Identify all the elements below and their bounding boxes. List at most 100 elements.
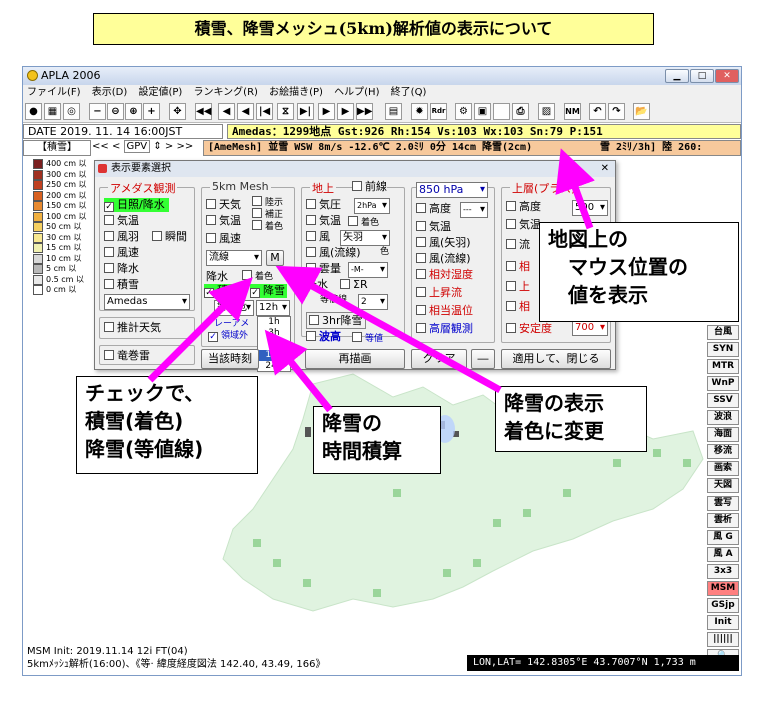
stability-select[interactable]: 700 (572, 320, 608, 336)
check-upper-height[interactable]: 高度 (416, 202, 451, 215)
check-windspeed[interactable]: 風速 (104, 246, 139, 259)
spin-icon[interactable]: ⇕ (153, 141, 161, 152)
hours-option-3h[interactable]: 3h (258, 328, 290, 339)
current-time-button[interactable]: 当該時刻 (201, 349, 259, 369)
rightbar-button-15[interactable]: 雲写 (707, 495, 739, 511)
radar-button[interactable]: Rdr (430, 103, 447, 120)
minus-circle-icon[interactable]: ⊖ (107, 103, 124, 120)
minimize-icon[interactable]: ▁ (665, 69, 689, 83)
rightbar-button-8[interactable]: WnP (707, 375, 739, 391)
close-icon[interactable]: ✕ (715, 69, 739, 83)
compass-icon[interactable]: ◎ (63, 103, 80, 120)
pressure-interval-select[interactable]: 2hPa (354, 198, 390, 214)
warning-select[interactable]: 警報危 (214, 300, 254, 316)
undo-icon[interactable]: ↶ (589, 103, 606, 120)
rightbar-button-12[interactable]: 移流 (707, 444, 739, 460)
check-jet-humidity[interactable]: 相 (506, 260, 530, 273)
check-upper-obs[interactable]: 高層観測 (416, 322, 473, 335)
back-icon[interactable]: ◀ (218, 103, 235, 120)
step-back-icon[interactable]: ◀ (237, 103, 254, 120)
check-mesh-temp[interactable]: 気温 (206, 214, 241, 227)
maximize-icon[interactable]: □ (690, 69, 714, 83)
rightbar-button-19[interactable]: 3x3 (707, 563, 739, 579)
rightbar-button-21[interactable]: GSjp (707, 598, 739, 614)
center-icon[interactable]: ✥ (169, 103, 186, 120)
check-surface-wind[interactable]: 風 (306, 230, 330, 243)
print-icon[interactable]: ⎙ (512, 103, 529, 120)
check-snow-depth[interactable]: ✓ 積雪 (204, 284, 241, 298)
rightbar-button-11[interactable]: 海面 (707, 427, 739, 443)
check-surface-temp[interactable]: 気温 (306, 214, 341, 227)
globe-icon[interactable]: ● (25, 103, 42, 120)
check-sigma-r[interactable]: ΣR (340, 278, 368, 291)
cloud-select[interactable]: -M- (348, 262, 388, 278)
contour-select[interactable]: 2 (358, 294, 388, 310)
check-gust[interactable]: 瞬間 (152, 230, 187, 243)
check-jet-temp[interactable]: 気温 (506, 218, 541, 231)
rightbar-button-17[interactable]: 風 G (707, 529, 739, 545)
nav-next2[interactable]: >> (177, 141, 194, 152)
rightbar-button-22[interactable]: Init (707, 615, 739, 631)
blank-icon[interactable] (493, 103, 510, 120)
stop-icon[interactable]: ⧖ (277, 103, 294, 120)
hours-option-1h[interactable]: 1h (258, 317, 290, 328)
menu-draw[interactable]: お絵描き(P) (269, 87, 323, 98)
minus-button[interactable]: ― (471, 349, 495, 369)
forward-icon[interactable]: ▶ (337, 103, 354, 120)
first-icon[interactable]: ◀◀ (195, 103, 213, 120)
rightbar-button-9[interactable]: SSV (707, 392, 739, 408)
check-upper-wind[interactable]: 風(矢羽) (416, 236, 471, 249)
check-wind-stream[interactable]: 風(流線) (306, 246, 361, 259)
check-mesh-precip-color[interactable]: 着色 (242, 270, 273, 284)
apply-close-button[interactable]: 適用して、閉じる (501, 349, 611, 369)
check-theta-e[interactable]: 相当温位 (416, 304, 473, 317)
menu-file[interactable]: ファイル(F) (27, 87, 81, 98)
rightbar-button-13[interactable]: 画索 (707, 461, 739, 477)
check-temp[interactable]: 気温 (104, 214, 139, 227)
rightbar-button-23[interactable]: |||||| (707, 632, 739, 648)
check-upper-stream[interactable]: 風(流線) (416, 252, 471, 265)
hours-option-24h[interactable]: 24h (258, 361, 290, 372)
check-surface-temp-color[interactable]: 着色 (348, 216, 379, 230)
check-jet-theta[interactable]: 相 (506, 300, 530, 313)
check-wind-feather[interactable]: 風羽 (104, 230, 139, 243)
step-forward-icon[interactable]: ▶ (318, 103, 335, 120)
check-front[interactable]: 前線 (352, 180, 387, 193)
settings-icon[interactable]: ⚙ (455, 103, 472, 120)
check-jet-height[interactable]: 高度 (506, 200, 541, 213)
zoom-in-icon[interactable]: + (143, 103, 160, 120)
redraw-button[interactable]: 再描画 (305, 349, 405, 369)
menu-settings[interactable]: 設定値(P) (138, 87, 182, 98)
rightbar-button-7[interactable]: MTR (707, 358, 739, 374)
nav-next[interactable]: > (165, 141, 173, 152)
dialog-close-icon[interactable]: ✕ (601, 161, 609, 177)
rightbar-button-10[interactable]: 波浪 (707, 410, 739, 425)
nav-prev[interactable]: < (112, 141, 120, 152)
grid-icon[interactable]: ▦ (44, 103, 61, 120)
model-select[interactable]: GPV (123, 140, 151, 153)
check-mesh-precip[interactable]: 降水 (206, 270, 228, 283)
next-icon[interactable]: ▶| (297, 103, 314, 120)
check-precip[interactable]: 降水 (104, 262, 139, 275)
nav-prev2[interactable]: << (92, 141, 109, 152)
check-sunshine-precip[interactable]: ✓ 日照/降水 (104, 198, 169, 212)
last-icon[interactable]: ▶▶ (356, 103, 374, 120)
check-humidity[interactable]: 相対湿度 (416, 268, 473, 281)
image-icon[interactable]: ▨ (538, 103, 555, 120)
menu-ranking[interactable]: ランキング(R) (193, 87, 257, 98)
hours-dropdown-list[interactable]: 1h 3h 6h 12h 24h (257, 316, 291, 372)
check-pressure[interactable]: 気圧 (306, 198, 341, 211)
check-jet-updraft[interactable]: 上 (506, 280, 530, 293)
prev-icon[interactable]: |◀ (256, 103, 273, 120)
save-icon[interactable]: ▣ (474, 103, 491, 120)
check-forecast[interactable]: 推計天気 (104, 321, 161, 334)
amedas-select[interactable]: Amedas (104, 294, 190, 310)
check-tornado[interactable]: 竜巻雷 (104, 349, 150, 362)
check-stability[interactable]: 安定度 (506, 322, 552, 335)
hours-option-6h[interactable]: 6h (258, 339, 290, 350)
menu-quit[interactable]: 終了(Q) (391, 87, 427, 98)
rightbar-button-20[interactable]: MSM (707, 581, 739, 596)
rightbar-button-18[interactable]: 風 A (707, 546, 739, 562)
check-mesh-color[interactable]: 着色 (252, 220, 283, 234)
table-icon[interactable]: ▤ (385, 103, 402, 120)
